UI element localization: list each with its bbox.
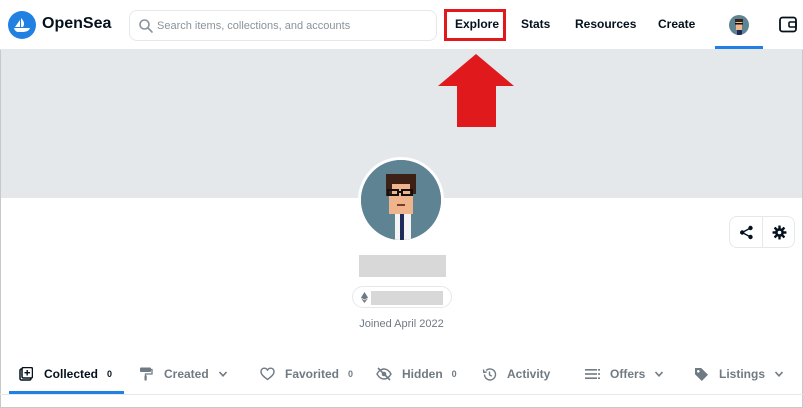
nav-stats[interactable]: Stats (521, 17, 550, 31)
opensea-logo-icon[interactable] (8, 11, 36, 39)
profile-tabs: Collected 0 Created Favorited 0 Hidden 0… (0, 355, 803, 395)
profile-actions (729, 216, 795, 248)
tab-favorited[interactable]: Favorited 0 (259, 355, 353, 393)
tab-created[interactable]: Created (138, 355, 228, 393)
share-button[interactable] (730, 217, 762, 247)
nav-create[interactable]: Create (658, 17, 695, 31)
tab-label: Listings (719, 367, 766, 381)
chevron-down-icon (774, 371, 784, 377)
wallet-icon[interactable] (779, 16, 797, 33)
brand-name[interactable]: OpenSea (42, 15, 111, 33)
chevron-down-icon (218, 371, 227, 377)
eye-off-icon (376, 366, 392, 382)
tab-label: Favorited (285, 367, 340, 381)
avatar[interactable] (729, 15, 749, 35)
ethereum-icon (361, 292, 368, 303)
wallet-address-pill[interactable] (352, 286, 452, 308)
tabs-divider (0, 394, 803, 395)
tab-hidden[interactable]: Hidden 0 (376, 355, 457, 393)
tab-count: 0 (107, 369, 113, 379)
joined-date: Joined April 2022 (359, 318, 444, 330)
tab-count: 0 (348, 369, 354, 379)
search-icon (139, 19, 153, 33)
paint-roller-icon (138, 366, 154, 382)
tab-listings[interactable]: Listings (693, 355, 784, 393)
list-icon (584, 366, 600, 382)
explore-highlight-box (444, 9, 506, 41)
tab-count: 0 (451, 369, 457, 379)
settings-button[interactable] (763, 217, 795, 247)
tab-activity[interactable]: Activity (481, 355, 550, 393)
tab-collected[interactable]: Collected 0 (18, 355, 112, 393)
tab-label: Collected (44, 367, 99, 381)
search-bar[interactable] (129, 10, 437, 41)
share-icon (739, 225, 753, 239)
search-input[interactable] (157, 11, 432, 40)
tag-icon (693, 366, 709, 382)
tab-label: Activity (507, 367, 551, 381)
collected-icon (18, 366, 34, 382)
avatar-active-indicator (715, 46, 763, 49)
tab-label: Hidden (402, 367, 443, 381)
top-navbar: OpenSea Explore Stats Resources Create (0, 0, 803, 50)
nav-resources[interactable]: Resources (575, 17, 636, 31)
history-icon (481, 366, 497, 382)
profile-avatar[interactable] (358, 157, 444, 243)
tab-label: Created (164, 367, 209, 381)
chevron-down-icon (655, 371, 664, 377)
arrow-up-icon (438, 54, 514, 127)
username-redacted (359, 255, 446, 277)
tab-label: Offers (610, 367, 646, 381)
wallet-address-redacted (371, 291, 443, 305)
gear-icon (772, 225, 786, 239)
tab-offers[interactable]: Offers (584, 355, 664, 393)
heart-icon (259, 366, 275, 382)
